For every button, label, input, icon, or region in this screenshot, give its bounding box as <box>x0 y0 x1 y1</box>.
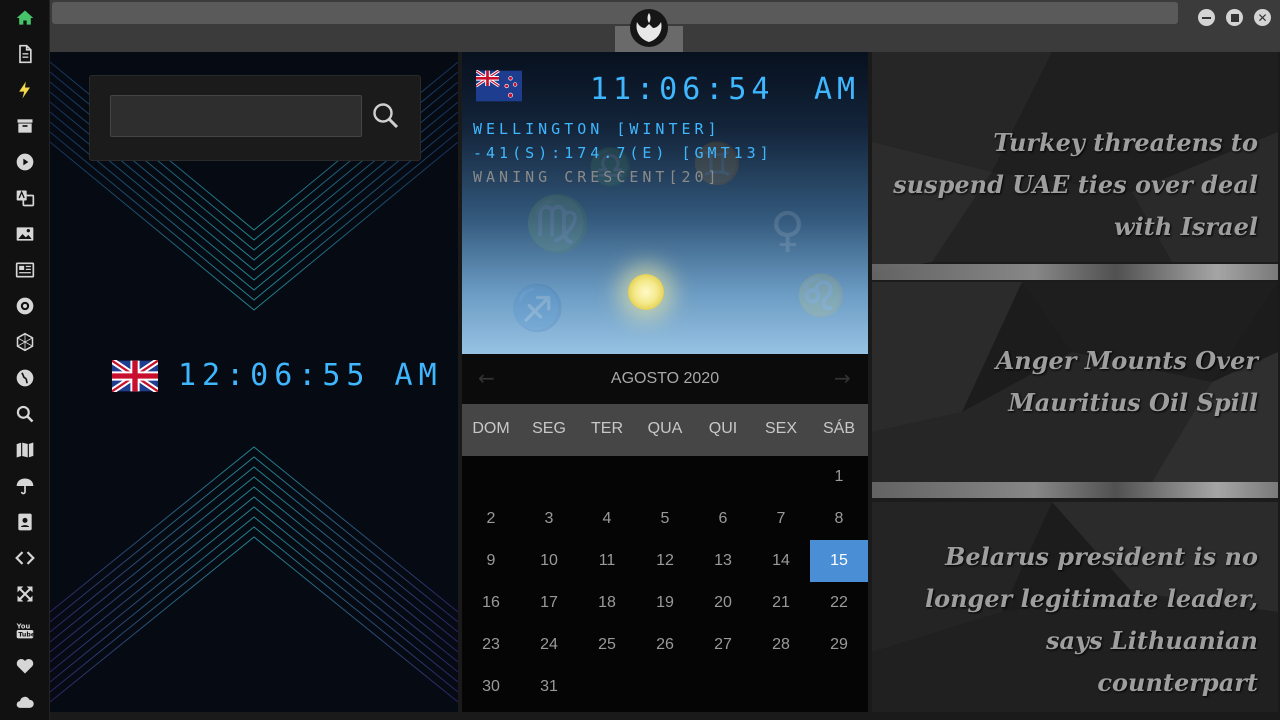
calendar-day[interactable]: 27 <box>694 624 752 666</box>
svg-text:You: You <box>16 622 31 630</box>
rebel-alliance-logo <box>630 9 668 47</box>
document-icon[interactable] <box>13 42 37 66</box>
divider-band <box>872 482 1278 498</box>
sagittarius-icon: ♐ <box>510 283 565 334</box>
calendar-day[interactable]: 12 <box>636 540 694 582</box>
play-icon[interactable] <box>13 150 37 174</box>
title-strip <box>52 2 1178 24</box>
archive-icon[interactable] <box>13 114 37 138</box>
sky-widget: ♍ ♐ ♀ ♊ ♎ ♌ 11:06:54 AM WELLINGTON [WINT… <box>462 52 868 354</box>
calendar-day[interactable]: 20 <box>694 582 752 624</box>
calendar-day[interactable]: 30 <box>462 666 520 708</box>
nz-time: 11:06:54 <box>590 72 775 107</box>
calendar-day-today[interactable]: 15 <box>810 540 868 582</box>
leo-icon: ♌ <box>796 273 846 319</box>
title-bar[interactable]: ✕ <box>50 0 1280 52</box>
virgo-icon: ♍ <box>524 192 592 255</box>
weekday-label: SÁB <box>822 420 855 437</box>
calendar-day[interactable]: 6 <box>694 498 752 540</box>
close-icon[interactable]: ✕ <box>1254 9 1271 26</box>
home-icon[interactable] <box>13 6 37 30</box>
coordinates-text: -41(S):174.7(E) [GMT13] <box>473 144 773 162</box>
calendar-day[interactable]: 22 <box>810 582 868 624</box>
minimize-icon[interactable] <box>1198 9 1215 26</box>
calendar-day[interactable]: 26 <box>636 624 694 666</box>
globe-icon[interactable] <box>13 366 37 390</box>
newspaper-icon[interactable] <box>13 258 37 282</box>
next-month-arrow-icon[interactable]: → <box>834 366 851 390</box>
calendar-grid: 1 2 3 4 5 6 7 8 9 10 11 12 13 14 15 16 1… <box>462 456 868 712</box>
calendar-weekdays: DOM SEG TER QUA QUI SEX SÁB <box>462 404 868 456</box>
calendar-day[interactable]: 10 <box>520 540 578 582</box>
weekday-label: SEG <box>532 420 566 437</box>
weekday-label: QUI <box>708 420 738 437</box>
image-icon[interactable] <box>13 222 37 246</box>
heart-icon[interactable] <box>13 654 37 678</box>
calendar-day[interactable]: 31 <box>520 666 578 708</box>
calendar-day[interactable]: 18 <box>578 582 636 624</box>
calendar-day[interactable]: 29 <box>810 624 868 666</box>
weekday-label: TER <box>591 420 623 437</box>
search-icon[interactable] <box>13 402 37 426</box>
calendar-day[interactable]: 8 <box>810 498 868 540</box>
maximize-icon[interactable] <box>1226 9 1243 26</box>
calendar-day[interactable]: 4 <box>578 498 636 540</box>
calendar-day[interactable]: 9 <box>462 540 520 582</box>
venus-icon: ♀ <box>770 202 806 258</box>
calendar-day[interactable]: 19 <box>636 582 694 624</box>
search-input[interactable] <box>110 95 362 137</box>
youtube-icon[interactable]: You Tube <box>13 618 37 642</box>
translate-icon[interactable] <box>13 186 37 210</box>
code-icon[interactable] <box>13 546 37 570</box>
calendar-day[interactable]: 2 <box>462 498 520 540</box>
uk-time: 12:06:55 AM <box>178 358 443 393</box>
search-icon[interactable] <box>370 100 402 132</box>
calendar-day[interactable]: 25 <box>578 624 636 666</box>
location-text: WELLINGTON [WINTER] <box>473 120 721 138</box>
calendar-day[interactable]: 28 <box>752 624 810 666</box>
moon-phase-text: WANING CRESCENT[20] <box>473 168 721 186</box>
calendar-month-label[interactable]: AGOSTO 2020 <box>462 370 868 388</box>
calendar-day[interactable]: 3 <box>520 498 578 540</box>
left-panel: 12:06:55 AM <box>50 52 458 712</box>
news-panel: Turkey threatens to suspend UAE ties ove… <box>872 52 1278 712</box>
map-icon[interactable] <box>13 438 37 462</box>
cloud-icon[interactable] <box>13 690 37 714</box>
calendar-day[interactable]: 21 <box>752 582 810 624</box>
calendar-day[interactable]: 17 <box>520 582 578 624</box>
nz-ampm: AM <box>814 72 861 107</box>
news-headline[interactable]: Turkey threatens to suspend UAE ties ove… <box>888 122 1258 248</box>
umbrella-icon[interactable] <box>13 474 37 498</box>
calendar-day[interactable]: 14 <box>752 540 810 582</box>
calendar-day[interactable]: 5 <box>636 498 694 540</box>
divider-band <box>872 264 1278 280</box>
contacts-icon[interactable] <box>13 510 37 534</box>
calendar-day[interactable]: 7 <box>752 498 810 540</box>
weekday-label: DOM <box>472 420 510 437</box>
calendar-day[interactable]: 16 <box>462 582 520 624</box>
new-zealand-flag <box>476 70 522 102</box>
united-kingdom-flag <box>112 360 158 392</box>
calendar-day[interactable]: 1 <box>810 456 868 498</box>
calendar-day[interactable]: 23 <box>462 624 520 666</box>
svg-text:Tube: Tube <box>18 632 35 639</box>
sidebar: You Tube <box>0 0 50 720</box>
weekday-label: SEX <box>764 420 797 437</box>
rebel-alliance-icon[interactable] <box>13 294 37 318</box>
calendar-day[interactable]: 24 <box>520 624 578 666</box>
hexagon-icon[interactable] <box>13 330 37 354</box>
middle-panel: ♍ ♐ ♀ ♊ ♎ ♌ 11:06:54 AM WELLINGTON [WINT… <box>462 52 868 712</box>
sun-icon <box>628 274 664 310</box>
news-headline[interactable]: Anger Mounts Over Mauritius Oil Spill <box>888 340 1258 424</box>
news-headline[interactable]: Belarus president is no longer legitimat… <box>888 536 1258 704</box>
calendar-day[interactable]: 13 <box>694 540 752 582</box>
uk-clock: 12:06:55 AM <box>112 358 437 398</box>
calendar-header: ← AGOSTO 2020 → <box>462 354 868 404</box>
calendar-day[interactable]: 11 <box>578 540 636 582</box>
weekday-label: QUA <box>647 420 683 437</box>
search-box <box>89 75 421 161</box>
lightning-icon[interactable] <box>13 78 37 102</box>
expand-icon[interactable] <box>13 582 37 606</box>
